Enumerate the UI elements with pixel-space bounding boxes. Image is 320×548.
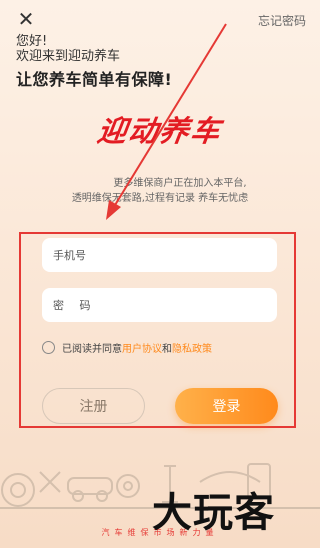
- wrench-icon: [39, 471, 61, 493]
- description-line-2: 透明维保无套路,过程有记录 养车无忧虑: [71, 193, 249, 204]
- agreement-row: 已阅读并同意 用户协议 和 隐私政策: [42, 340, 212, 355]
- agree-and-text: 和: [162, 344, 172, 355]
- phone-input[interactable]: [42, 238, 277, 272]
- close-icon[interactable]: ✕: [16, 9, 36, 29]
- greeting-welcome: 欢迎来到迎动养车: [16, 49, 121, 64]
- greeting-slogan: 让您养车简单有保障!: [16, 70, 173, 89]
- agree-radio[interactable]: [42, 341, 55, 354]
- agree-prefix-text: 已阅读并同意: [62, 344, 122, 355]
- login-button[interactable]: 登录: [175, 388, 278, 424]
- gear-icon: [116, 474, 140, 498]
- brand-logo: 迎动养车: [95, 114, 225, 148]
- forgot-password-link[interactable]: 忘记密码: [258, 12, 306, 29]
- description-line-1: 更多维保商户正在加入本平台,: [113, 178, 247, 189]
- password-input[interactable]: [42, 288, 277, 322]
- watermark: 大玩客: [152, 490, 275, 536]
- tire-icon: [1, 473, 35, 507]
- privacy-policy-link[interactable]: 隐私政策: [172, 340, 212, 355]
- register-button[interactable]: 注册: [42, 388, 145, 424]
- user-agreement-link[interactable]: 用户协议: [122, 340, 162, 355]
